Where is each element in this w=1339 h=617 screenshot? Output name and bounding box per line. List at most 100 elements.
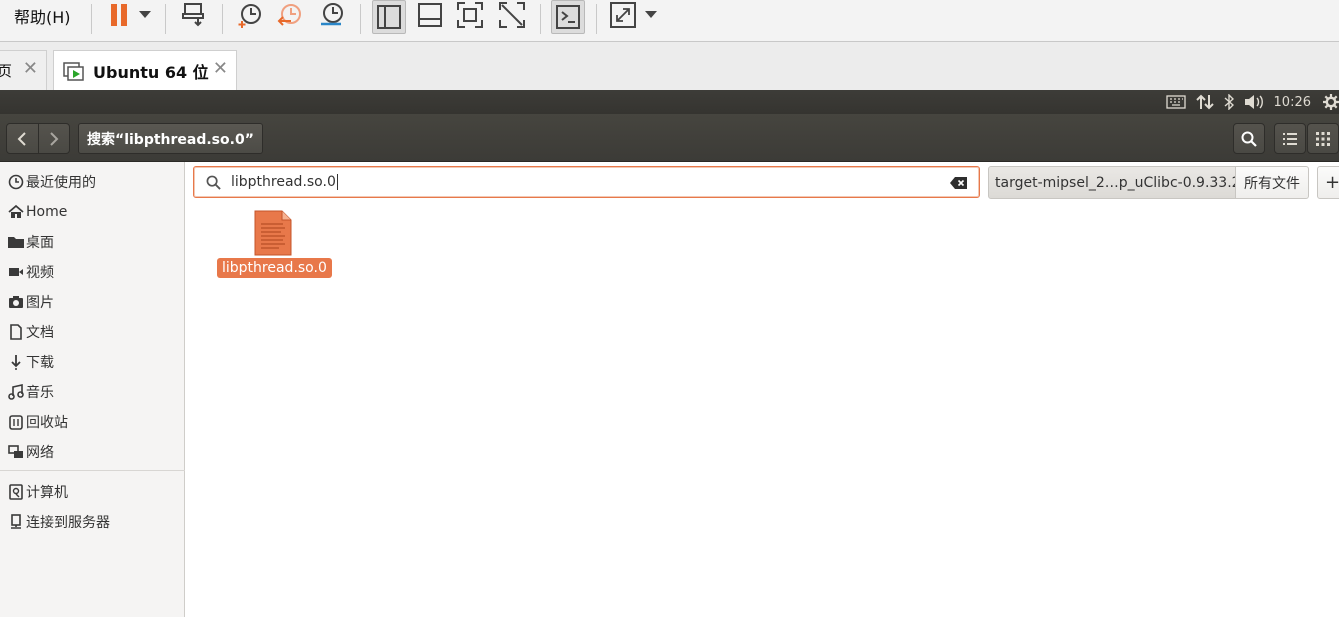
stretch-dropdown-button[interactable] xyxy=(643,0,659,30)
stretch-view-icon xyxy=(610,2,636,28)
vm-tab-bar: 页 ✕ Ubuntu 64 位 ✕ xyxy=(0,42,1339,90)
sidebar-item-label: 音乐 xyxy=(26,385,54,401)
dropdown-arrow-icon xyxy=(139,11,151,18)
trash-icon xyxy=(0,414,26,430)
files-header-bar: 搜索“libpthread.so.0” xyxy=(0,114,1339,162)
sidebar-item-label: 图片 xyxy=(26,295,54,311)
sidebar-item-downloads[interactable]: 下载 xyxy=(0,348,185,376)
sidebar-item-label: 连接到服务器 xyxy=(26,515,110,531)
sidebar-item-network[interactable]: 网络 xyxy=(0,438,185,466)
sidebar-item-label: 下载 xyxy=(26,355,54,371)
music-icon xyxy=(0,384,26,400)
sidebar-separator xyxy=(0,470,185,471)
sidebar-item-computer[interactable]: 计算机 xyxy=(0,478,185,506)
sidebar-item-connect-server[interactable]: 连接到服务器 xyxy=(0,508,185,536)
search-value: libpthread.so.0 xyxy=(231,174,336,190)
tab-label: 页 xyxy=(0,62,13,80)
sidebar-item-label: 回收站 xyxy=(26,415,68,431)
sidebar-item-music[interactable]: 音乐 xyxy=(0,378,185,406)
search-toggle-button[interactable] xyxy=(1233,123,1265,154)
camera-icon xyxy=(0,294,26,310)
sidebar-item-documents[interactable]: 文档 xyxy=(0,318,185,346)
pause-dropdown-button[interactable] xyxy=(136,0,154,30)
vmware-toolbar: 帮助(H) xyxy=(0,0,1339,42)
search-icon xyxy=(206,175,221,194)
navigation-buttons xyxy=(6,123,70,154)
pause-button[interactable] xyxy=(104,0,134,30)
search-input[interactable]: libpthread.so.0 xyxy=(193,166,980,198)
sidebar-item-label: 桌面 xyxy=(26,235,54,251)
dropdown-arrow-icon xyxy=(645,11,657,18)
console-view-button[interactable] xyxy=(551,0,585,34)
file-item[interactable]: libpthread.so.0 xyxy=(217,208,332,280)
network-icon[interactable] xyxy=(1195,94,1214,110)
close-icon[interactable]: ✕ xyxy=(23,59,38,79)
snapshot-manager-icon xyxy=(321,3,343,26)
send-ctrl-alt-del-icon xyxy=(182,3,204,27)
home-icon xyxy=(0,204,26,220)
close-icon[interactable]: ✕ xyxy=(213,59,228,79)
vm-tab-home[interactable]: 页 ✕ xyxy=(0,50,47,90)
unity-icon xyxy=(499,2,525,28)
server-icon xyxy=(0,514,26,530)
thumbnail-bar-button[interactable] xyxy=(414,0,446,30)
thumbnail-bar-icon xyxy=(418,3,442,27)
ubuntu-top-panel: 10:26 xyxy=(0,90,1339,114)
send-ctrl-alt-del-button[interactable] xyxy=(178,0,210,30)
toolbar-separator xyxy=(91,4,92,34)
fullscreen-button[interactable] xyxy=(454,0,486,30)
snapshot-take-button[interactable] xyxy=(234,0,266,30)
settings-gear-icon[interactable] xyxy=(1323,94,1339,110)
clock[interactable]: 10:26 xyxy=(1274,95,1311,110)
tab-label: Ubuntu 64 位 xyxy=(93,62,209,82)
add-criteria-button[interactable]: + xyxy=(1317,166,1339,199)
snapshot-revert-button[interactable] xyxy=(274,0,306,30)
sidebar-item-recent[interactable]: 最近使用的 xyxy=(0,168,185,196)
library-view-icon xyxy=(377,5,401,29)
list-view-button[interactable] xyxy=(1274,123,1306,154)
grid-view-button[interactable] xyxy=(1307,123,1339,154)
sidebar-item-label: Home xyxy=(26,204,68,220)
sidebar-item-label: 网络 xyxy=(26,445,54,461)
chevron-right-icon xyxy=(50,131,59,146)
sidebar-item-home[interactable]: Home xyxy=(0,198,185,226)
grid-view-icon xyxy=(1316,131,1330,146)
stretch-view-button[interactable] xyxy=(607,0,639,30)
recent-clock-icon xyxy=(0,174,26,190)
back-button[interactable] xyxy=(7,124,38,153)
download-icon xyxy=(0,354,26,370)
sidebar-item-label: 文档 xyxy=(26,325,54,341)
path-bar-search-title[interactable]: 搜索“libpthread.so.0” xyxy=(78,123,263,154)
console-icon xyxy=(556,5,580,29)
keyboard-icon[interactable] xyxy=(1165,95,1186,109)
search-icon xyxy=(1241,131,1257,147)
document-icon xyxy=(0,324,26,340)
search-location-button[interactable]: target-mipsel_2…p_uClibc-0.9.33.2 xyxy=(988,166,1236,199)
bluetooth-icon[interactable] xyxy=(1224,94,1234,110)
file-name-label: libpthread.so.0 xyxy=(217,258,332,278)
indicator-tray: 10:26 xyxy=(1156,90,1339,114)
sidebar-item-trash[interactable]: 回收站 xyxy=(0,408,185,436)
chevron-left-icon xyxy=(18,131,27,146)
desktop-folder-icon xyxy=(0,234,26,250)
vm-running-icon xyxy=(63,61,84,81)
library-view-button[interactable] xyxy=(372,0,406,34)
toolbar-separator xyxy=(360,4,361,34)
sidebar-item-desktop[interactable]: 桌面 xyxy=(0,228,185,256)
help-menu[interactable]: 帮助(H) xyxy=(14,4,71,28)
vm-tab-ubuntu[interactable]: Ubuntu 64 位 ✕ xyxy=(53,50,237,90)
volume-icon[interactable] xyxy=(1244,94,1264,110)
forward-button[interactable] xyxy=(37,124,69,153)
sidebar-item-label: 最近使用的 xyxy=(26,175,96,191)
toolbar-separator xyxy=(596,4,597,34)
unity-button[interactable] xyxy=(496,0,528,30)
sidebar-item-label: 视频 xyxy=(26,265,54,281)
snapshot-revert-icon xyxy=(277,4,301,26)
snapshot-manager-button[interactable] xyxy=(316,0,348,30)
file-type-filter-button[interactable]: 所有文件 xyxy=(1235,166,1309,199)
toolbar-separator xyxy=(165,4,166,34)
sidebar-item-videos[interactable]: 视频 xyxy=(0,258,185,286)
video-icon xyxy=(0,264,26,280)
sidebar-item-pictures[interactable]: 图片 xyxy=(0,288,185,316)
clear-search-icon[interactable] xyxy=(950,175,968,194)
